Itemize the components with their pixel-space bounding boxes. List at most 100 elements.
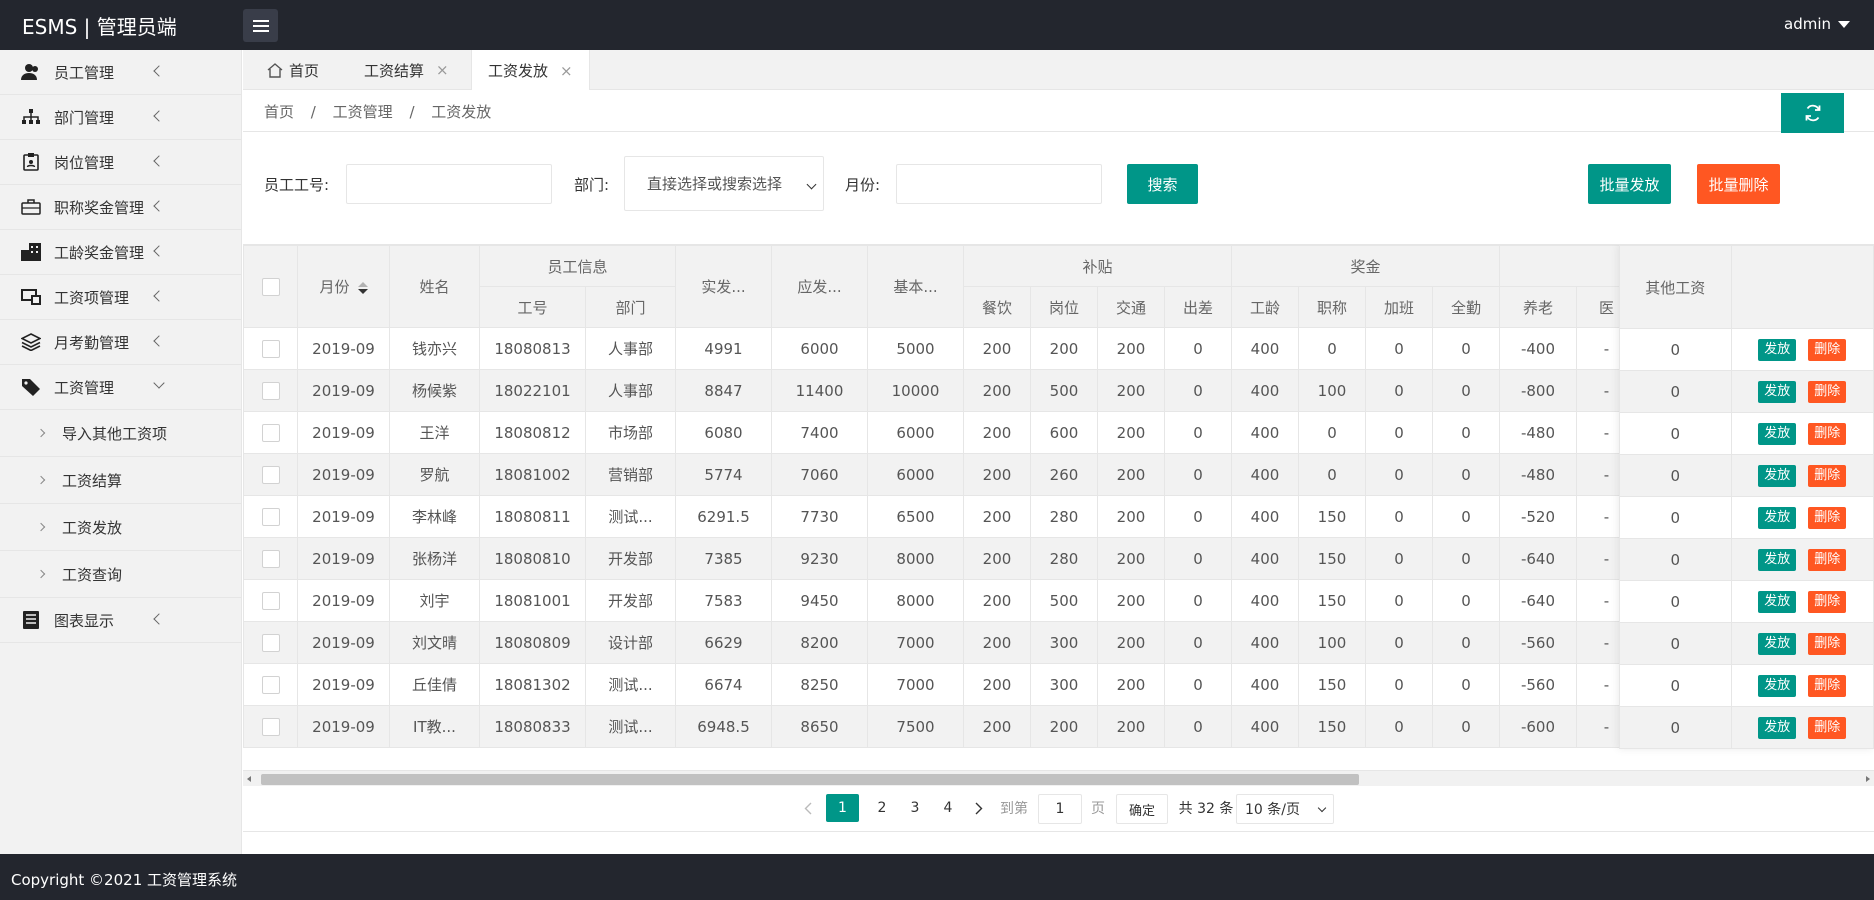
send-button[interactable]: 发放 — [1758, 716, 1797, 739]
sidebar-subitem-settlement[interactable]: 工资结算 — [0, 457, 241, 504]
cell-due: 7400 — [771, 411, 868, 454]
dept-select[interactable]: 直接选择或搜索选择 — [624, 156, 824, 211]
send-button[interactable]: 发放 — [1758, 464, 1797, 487]
row-checkbox-cell — [243, 579, 298, 622]
delete-button[interactable]: 删除 — [1808, 338, 1847, 361]
fixed-right-columns: 其他工资 0 发放 删除 0 发放 删除 0 发放 删除 0 发放 删除 0 发放 删除 0 发放 删除 0 发放 删除… — [1619, 245, 1874, 749]
col-month-header[interactable]: 月份 — [297, 245, 390, 328]
sidebar-item-department[interactable]: 部门管理 — [0, 95, 241, 140]
cell-dept: 开发部 — [585, 579, 676, 622]
emp-no-input[interactable] — [346, 164, 552, 204]
cell-other: 0 — [1619, 496, 1732, 539]
batch-delete-button[interactable]: 批量删除 — [1697, 164, 1780, 204]
col-due-header: 应发... — [771, 245, 868, 328]
sort-icon[interactable] — [357, 281, 368, 294]
page-button[interactable]: 2 — [867, 794, 897, 822]
chevron-left-icon — [804, 802, 812, 814]
row-checkbox[interactable] — [261, 465, 280, 484]
close-icon[interactable]: × — [560, 62, 573, 80]
row-checkbox[interactable] — [261, 591, 280, 610]
delete-button[interactable]: 删除 — [1808, 674, 1847, 697]
tab-settlement[interactable]: 工资结算 × — [364, 50, 449, 90]
scroll-right-icon[interactable] — [1866, 776, 1870, 782]
scrollbar-thumb[interactable] — [261, 774, 1359, 785]
cell-dept: 人事部 — [585, 327, 676, 370]
sidebar-item-salary-items[interactable]: 工资项管理 — [0, 275, 241, 320]
delete-button[interactable]: 删除 — [1808, 464, 1847, 487]
send-button[interactable]: 发放 — [1758, 548, 1797, 571]
month-input[interactable] — [896, 164, 1102, 204]
row-checkbox[interactable] — [261, 633, 280, 652]
cell-trip: 0 — [1164, 579, 1232, 622]
select-all-checkbox[interactable] — [261, 277, 280, 296]
delete-button[interactable]: 删除 — [1808, 422, 1847, 445]
app-logo[interactable]: ESMS | 管理员端 — [22, 11, 177, 40]
sidebar-item-charts[interactable]: 图表显示 — [0, 598, 241, 643]
cell-trip: 0 — [1164, 327, 1232, 370]
row-checkbox[interactable] — [261, 507, 280, 526]
cell-actual: 4991 — [675, 327, 772, 370]
per-page-select[interactable]: 10 条/页 — [1236, 794, 1334, 824]
send-button[interactable]: 发放 — [1758, 422, 1797, 445]
sidebar-subitem-query[interactable]: 工资查询 — [0, 551, 241, 598]
page-button[interactable]: 4 — [933, 794, 963, 822]
sidebar: 员工管理 部门管理 岗位管理 职称奖金管理 工龄奖金管理 工资项管理 月考勤管理… — [0, 50, 242, 854]
delete-button[interactable]: 删除 — [1808, 632, 1847, 655]
goto-page-input[interactable]: 1 — [1038, 794, 1082, 824]
sidebar-item-seniority-bonus[interactable]: 工龄奖金管理 — [0, 230, 241, 275]
breadcrumb-item[interactable]: 首页 — [264, 103, 294, 121]
scroll-left-icon[interactable] — [247, 776, 251, 782]
cell-traffic: 200 — [1097, 537, 1165, 580]
close-icon[interactable]: × — [436, 61, 449, 79]
hamburger-icon — [252, 19, 269, 32]
sidebar-item-employee[interactable]: 员工管理 — [0, 50, 241, 95]
cell-other: 0 — [1619, 454, 1732, 497]
send-button[interactable]: 发放 — [1758, 632, 1797, 655]
tab-payout[interactable]: 工资发放 × — [471, 50, 590, 91]
cell-post: 280 — [1030, 495, 1098, 538]
sidebar-item-label: 月考勤管理 — [54, 333, 130, 352]
delete-button[interactable]: 删除 — [1808, 506, 1847, 529]
sidebar-item-position[interactable]: 岗位管理 — [0, 140, 241, 185]
delete-button[interactable]: 删除 — [1808, 590, 1847, 613]
send-button[interactable]: 发放 — [1758, 590, 1797, 613]
search-button[interactable]: 搜索 — [1127, 164, 1198, 204]
delete-button[interactable]: 删除 — [1808, 380, 1847, 403]
row-checkbox[interactable] — [261, 549, 280, 568]
tab-home[interactable]: 首页 — [267, 50, 319, 90]
sidebar-subitem-import[interactable]: 导入其他工资项 — [0, 410, 241, 457]
sidebar-item-attendance[interactable]: 月考勤管理 — [0, 320, 241, 365]
batch-send-button[interactable]: 批量发放 — [1588, 164, 1671, 204]
row-checkbox[interactable] — [261, 675, 280, 694]
user-menu[interactable]: admin — [1784, 15, 1850, 33]
send-button[interactable]: 发放 — [1758, 674, 1797, 697]
horizontal-scrollbar[interactable] — [243, 770, 1874, 786]
sidebar-item-salary-management[interactable]: 工资管理 — [0, 365, 241, 410]
send-button[interactable]: 发放 — [1758, 380, 1797, 403]
menu-toggle-button[interactable] — [243, 9, 278, 42]
cell-post: 200 — [1030, 327, 1098, 370]
row-checkbox[interactable] — [261, 423, 280, 442]
row-checkbox[interactable] — [261, 717, 280, 736]
table-row: 0 发放 删除 — [1619, 622, 1874, 665]
sidebar-subitem-payout[interactable]: 工资发放 — [0, 504, 241, 551]
cell-meal: 200 — [963, 369, 1031, 412]
group-bonus-header: 奖金 — [1231, 245, 1500, 287]
breadcrumb-item[interactable]: 工资管理 — [333, 103, 393, 121]
next-page-button[interactable] — [969, 794, 989, 822]
refresh-button[interactable] — [1781, 93, 1844, 133]
prev-page-button[interactable] — [798, 794, 818, 822]
cell-actions: 发放 删除 — [1730, 328, 1874, 371]
row-checkbox[interactable] — [261, 381, 280, 400]
cell-other: 0 — [1619, 706, 1732, 749]
delete-button[interactable]: 删除 — [1808, 716, 1847, 739]
col-basic-header: 基本... — [867, 245, 964, 328]
sidebar-item-title-bonus[interactable]: 职称奖金管理 — [0, 185, 241, 230]
page-button[interactable]: 3 — [900, 794, 930, 822]
row-checkbox[interactable] — [261, 339, 280, 358]
goto-confirm-button[interactable]: 确定 — [1116, 794, 1168, 824]
send-button[interactable]: 发放 — [1758, 506, 1797, 529]
send-button[interactable]: 发放 — [1758, 338, 1797, 361]
delete-button[interactable]: 删除 — [1808, 548, 1847, 571]
page-button[interactable]: 1 — [826, 794, 859, 822]
